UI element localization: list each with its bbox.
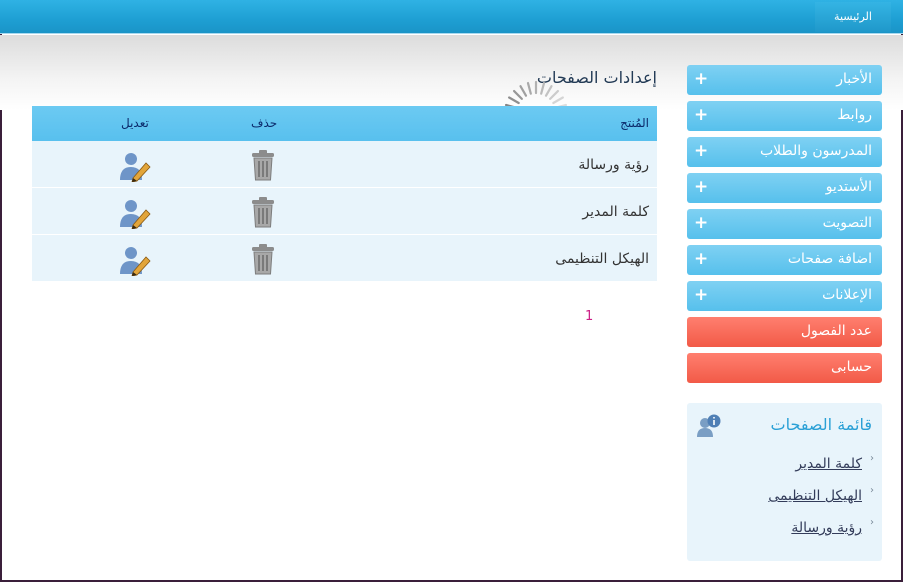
sidebar-item-links[interactable]: روابط + (687, 101, 882, 131)
page-link-org-structure[interactable]: الهيكل التنظيمى (768, 488, 862, 504)
row-page-name: رؤية ورسالة (578, 157, 649, 173)
plus-icon: + (694, 105, 709, 125)
top-navigation-bar: الرئيسية (0, 0, 903, 34)
sidebar-item-label: عدد الفصول (800, 323, 872, 339)
sidebar-menu: الأخبار + روابط + المدرسون والطلاب + الأ… (687, 65, 882, 389)
user-edit-icon[interactable] (119, 150, 151, 182)
pages-link-list: ‹ كلمة المدير ‹ الهيكل التنظيمى ‹ رؤية و… (692, 453, 874, 552)
pagination-page-1[interactable]: 1 (585, 309, 593, 324)
column-header-delete: حذف (251, 116, 278, 130)
trash-icon[interactable] (250, 243, 276, 275)
pages-box-title: قائمة الصفحات (770, 415, 872, 434)
page-link-vision-mission[interactable]: رؤية ورسالة (791, 520, 862, 536)
nav-home-link[interactable]: الرئيسية (815, 2, 891, 32)
chevron-left-icon: ‹ (870, 517, 874, 528)
sidebar-item-label: التصويت (822, 215, 872, 231)
sidebar-item-label: الأخبار (836, 71, 872, 87)
table-header: المُنتج حذف تعديل (32, 106, 657, 141)
sidebar-item-ads[interactable]: الإعلانات + (687, 281, 882, 311)
user-edit-icon[interactable] (119, 244, 151, 276)
plus-icon: + (694, 285, 709, 305)
list-item: ‹ الهيكل التنظيمى (692, 485, 874, 520)
plus-icon: + (694, 177, 709, 197)
trash-icon[interactable] (250, 149, 276, 181)
column-header-product: المُنتج (620, 116, 649, 130)
sidebar-item-teachers-students[interactable]: المدرسون والطلاب + (687, 137, 882, 167)
plus-icon: + (694, 141, 709, 161)
plus-icon: + (694, 69, 709, 89)
page-link-principal-word[interactable]: كلمة المدير (795, 456, 862, 472)
trash-icon[interactable] (250, 196, 276, 228)
chevron-left-icon: ‹ (870, 485, 874, 496)
sidebar-item-my-account[interactable]: حسابى (687, 353, 882, 383)
sidebar-item-label: الإعلانات (822, 287, 872, 303)
sidebar-item-label: المدرسون والطلاب (760, 143, 872, 159)
sidebar-item-voting[interactable]: التصويت + (687, 209, 882, 239)
pages-table: المُنتج حذف تعديل رؤية ورسالة كلمة المدي… (32, 106, 657, 282)
plus-icon: + (694, 213, 709, 233)
row-page-name: الهيكل التنظيمى (555, 251, 649, 267)
table-row: كلمة المدير (32, 188, 657, 235)
sidebar-item-classes-count[interactable]: عدد الفصول (687, 317, 882, 347)
user-info-icon (697, 414, 721, 437)
table-row: رؤية ورسالة (32, 141, 657, 188)
user-edit-icon[interactable] (119, 197, 151, 229)
sidebar-item-add-pages[interactable]: اضافة صفحات + (687, 245, 882, 275)
list-item: ‹ كلمة المدير (692, 453, 874, 488)
sidebar-item-label: روابط (837, 107, 872, 123)
row-page-name: كلمة المدير (582, 204, 649, 220)
sidebar-item-label: الأستديو (825, 179, 872, 195)
list-item: ‹ رؤية ورسالة (692, 517, 874, 552)
sidebar-item-news[interactable]: الأخبار + (687, 65, 882, 95)
column-header-edit: تعديل (121, 116, 149, 130)
sidebar-item-label: حسابى (831, 359, 872, 375)
table-row: الهيكل التنظيمى (32, 235, 657, 282)
pages-list-box: قائمة الصفحات ‹ كلمة المدير ‹ الهيكل الت… (687, 403, 882, 561)
sidebar-item-studio[interactable]: الأستديو + (687, 173, 882, 203)
plus-icon: + (694, 249, 709, 269)
chevron-left-icon: ‹ (870, 453, 874, 464)
sidebar-item-label: اضافة صفحات (787, 251, 872, 267)
